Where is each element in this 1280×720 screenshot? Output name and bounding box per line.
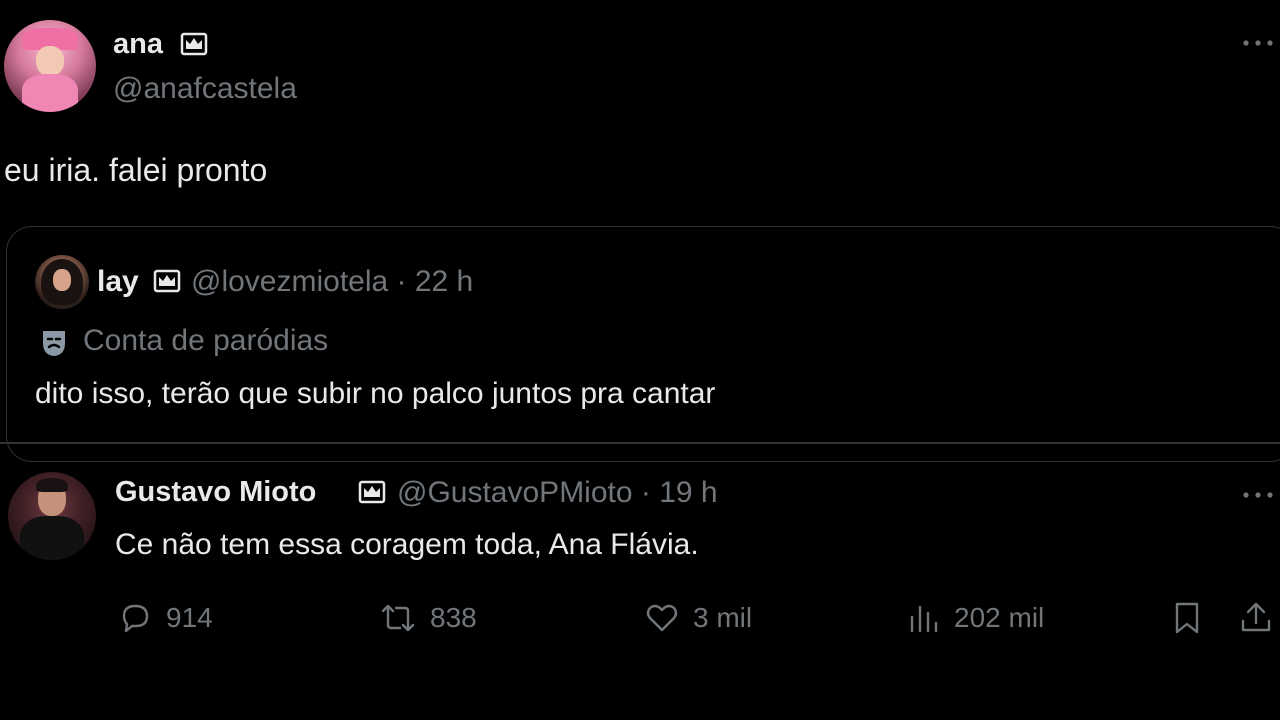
avatar[interactable] [4, 20, 96, 112]
retweet-button[interactable]: 838 [378, 596, 477, 640]
author-name[interactable]: ana [113, 28, 163, 61]
divider [0, 442, 1280, 444]
tweet-thread: ana @anafcastela eu iria. falei pronto l… [0, 0, 1280, 720]
author-handle[interactable]: @anafcastela [113, 72, 297, 106]
bookmark-icon [1175, 602, 1199, 634]
reply-count: 914 [166, 602, 213, 633]
quoted-author-name: lay [97, 265, 139, 298]
reply-handle-time[interactable]: @GustavoPMioto · 19 h [397, 476, 718, 510]
like-count: 3 mil [693, 602, 753, 633]
crown-badge-icon [153, 269, 181, 293]
share-button[interactable] [1238, 596, 1274, 640]
quoted-handle-time: @lovezmiotela · 22 h [191, 265, 474, 298]
theater-mask-icon [43, 331, 65, 356]
bookmark-button[interactable] [1170, 596, 1204, 640]
parody-account-label: Conta de paródias [83, 324, 329, 357]
reply-avatar[interactable] [8, 472, 96, 560]
share-icon [1241, 602, 1271, 632]
more-options-icon[interactable] [1240, 480, 1276, 510]
views-count: 202 mil [954, 602, 1045, 633]
crown-badge-icon [358, 480, 386, 504]
retweet-count: 838 [430, 602, 477, 633]
views-button[interactable]: 202 mil [906, 596, 1044, 640]
main-tweet[interactable]: ana @anafcastela eu iria. falei pronto l… [0, 0, 1280, 462]
reply-bubble-icon [122, 604, 149, 633]
views-bars-icon [910, 605, 938, 633]
quoted-tweet[interactable]: lay @lovezmiotela · 22 h Conta de paródi… [6, 226, 1280, 462]
reply-button[interactable]: 914 [116, 596, 213, 640]
crown-badge-icon [180, 32, 208, 56]
quoted-avatar[interactable] [35, 255, 89, 309]
tweet-text: eu iria. falei pronto [4, 152, 268, 188]
reply-tweet-text: Ce não tem essa coragem toda, Ana Flávia… [115, 528, 699, 561]
reply-author-name[interactable]: Gustavo Mioto [115, 476, 316, 509]
like-button[interactable]: 3 mil [643, 596, 752, 640]
more-options-icon[interactable] [1240, 28, 1276, 58]
quoted-tweet-text: dito isso, terão que subir no palco junt… [35, 377, 716, 410]
heart-icon [646, 604, 678, 632]
retweet-icon [381, 604, 415, 632]
